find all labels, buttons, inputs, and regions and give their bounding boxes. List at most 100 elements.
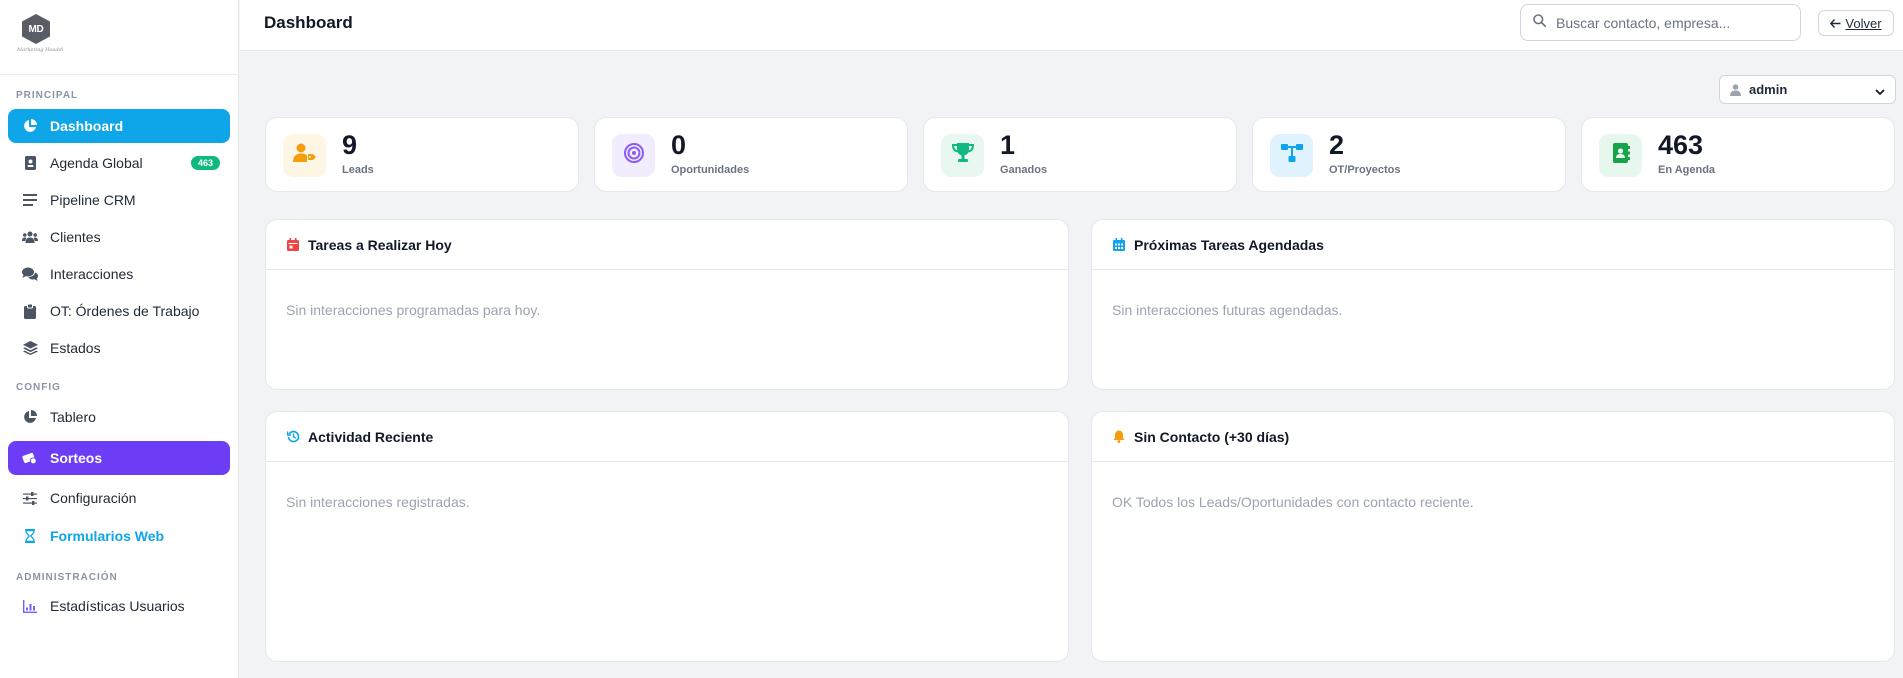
- panel-title: Actividad Reciente: [308, 428, 434, 445]
- hourglass-icon: [22, 528, 38, 544]
- search-input[interactable]: [1556, 14, 1786, 31]
- panel-empty-message: Sin interacciones registradas.: [286, 494, 470, 510]
- comments-icon: [22, 266, 38, 282]
- stat-card-leads: 9 Leads: [265, 117, 579, 192]
- agenda-count-badge: 463: [190, 156, 220, 170]
- sidebar-item-estados[interactable]: Estados: [8, 331, 230, 365]
- section-label-config: CONFIG: [16, 382, 61, 393]
- sidebar-item-label: Agenda Global: [50, 155, 143, 171]
- user-icon: [1730, 83, 1741, 96]
- stat-card-en-agenda: 463 En Agenda: [1581, 117, 1895, 192]
- panel-actividad-reciente: Actividad Reciente Sin interacciones reg…: [265, 411, 1069, 662]
- panel-sin-contacto: Sin Contacto (+30 días) OK Todos los Lea…: [1091, 411, 1895, 662]
- sidebar-item-label: Tablero: [50, 409, 96, 425]
- trophy-icon: [951, 143, 974, 168]
- logo-subtitle: Marketing Hoaddi: [17, 47, 64, 53]
- section-label-administracion: ADMINISTRACIÓN: [16, 572, 118, 583]
- sidebar-item-configuracion[interactable]: Configuración: [8, 481, 230, 515]
- section-label-principal: PRINCIPAL: [16, 90, 79, 101]
- stat-icon-box: [1270, 134, 1313, 177]
- user-tag-icon: [292, 143, 317, 168]
- panel-proximas-tareas: Próximas Tareas Agendadas Sin interaccio…: [1091, 219, 1895, 390]
- logo[interactable]: MD Marketing Hoaddi: [0, 0, 238, 75]
- stat-value: 0: [671, 130, 687, 160]
- sliders-icon: [22, 490, 38, 506]
- panel-empty-message: OK Todos los Leads/Oportunidades con con…: [1112, 494, 1474, 510]
- address-book-icon: [22, 155, 38, 171]
- ticket-icon: [22, 450, 38, 466]
- sidebar-item-pipeline-crm[interactable]: Pipeline CRM: [8, 183, 230, 217]
- users-icon: [22, 229, 38, 245]
- sidebar-item-label: Estados: [50, 340, 101, 356]
- stat-label: Leads: [342, 164, 374, 176]
- stat-value: 1: [1000, 130, 1016, 160]
- bell-icon: [1112, 430, 1126, 444]
- sidebar-item-formularios-web[interactable]: Formularios Web: [8, 519, 230, 553]
- calendar-day-icon: [286, 238, 300, 252]
- stat-value: 2: [1329, 130, 1345, 160]
- panel-tareas-hoy: Tareas a Realizar Hoy Sin interacciones …: [265, 219, 1069, 390]
- bar-chart-icon: [22, 598, 38, 614]
- stat-icon-box: [283, 134, 326, 177]
- history-icon: [286, 430, 300, 444]
- arrow-left-icon: [1830, 16, 1841, 31]
- user-select[interactable]: admin: [1719, 75, 1896, 104]
- sidebar-item-label: Configuración: [50, 490, 137, 506]
- stat-card-ot-proyectos: 2 OT/Proyectos: [1252, 117, 1566, 192]
- stat-card-ganados: 1 Ganados: [923, 117, 1237, 192]
- sidebar-item-dashboard[interactable]: Dashboard: [8, 109, 230, 143]
- sidebar-item-ordenes-trabajo[interactable]: OT: Órdenes de Trabajo: [8, 294, 230, 328]
- pie-chart-icon: [22, 118, 38, 134]
- contact-book-icon: [1612, 143, 1630, 168]
- sidebar-item-label: Sorteos: [50, 450, 103, 466]
- chevron-down-icon: [1875, 84, 1885, 99]
- sidebar-item-label: Dashboard: [50, 118, 124, 134]
- sidebar-item-label: Clientes: [50, 229, 101, 245]
- layers-icon: [22, 340, 38, 356]
- sidebar-item-tablero[interactable]: Tablero: [8, 400, 230, 434]
- sidebar-item-estadisticas-usuarios[interactable]: Estadísticas Usuarios: [8, 589, 230, 623]
- bars-icon: [22, 192, 38, 208]
- panel-title: Sin Contacto (+30 días): [1134, 428, 1290, 445]
- sidebar-item-label: OT: Órdenes de Trabajo: [50, 303, 200, 319]
- stat-label: OT/Proyectos: [1329, 164, 1401, 176]
- user-select-value: admin: [1749, 82, 1788, 97]
- stat-icon-box: [941, 134, 984, 177]
- sidebar-item-label: Estadísticas Usuarios: [50, 598, 185, 614]
- panel-empty-message: Sin interacciones futuras agendadas.: [1112, 302, 1343, 318]
- target-icon: [623, 143, 644, 168]
- stat-label: Oportunidades: [671, 164, 750, 176]
- sidebar-item-label: Pipeline CRM: [50, 192, 136, 208]
- panel-header: Sin Contacto (+30 días): [1092, 412, 1894, 462]
- stat-value: 463: [1658, 130, 1704, 160]
- panel-title: Próximas Tareas Agendadas: [1134, 236, 1324, 253]
- sidebar: MD Marketing Hoaddi PRINCIPAL Dashboard …: [0, 0, 239, 678]
- stat-icon-box: [612, 134, 655, 177]
- stat-label: Ganados: [1000, 164, 1048, 176]
- back-button[interactable]: Volver: [1818, 10, 1894, 36]
- panel-header: Actividad Reciente: [266, 412, 1068, 462]
- stat-icon-box: [1599, 134, 1642, 177]
- panel-header: Próximas Tareas Agendadas: [1092, 220, 1894, 270]
- sidebar-item-clientes[interactable]: Clientes: [8, 220, 230, 254]
- stat-label: En Agenda: [1658, 164, 1716, 176]
- logo-mark: MD: [22, 14, 50, 44]
- panel-header: Tareas a Realizar Hoy: [266, 220, 1068, 270]
- calendar-icon: [1112, 238, 1126, 252]
- panel-title: Tareas a Realizar Hoy: [308, 236, 452, 253]
- stat-value: 9: [342, 130, 358, 160]
- sidebar-item-agenda-global[interactable]: Agenda Global 463: [8, 146, 230, 180]
- search-icon: [1533, 13, 1547, 32]
- panel-empty-message: Sin interacciones programadas para hoy.: [286, 302, 541, 318]
- back-button-label: Volver: [1845, 15, 1882, 31]
- page-title: Dashboard: [264, 13, 353, 32]
- search-box[interactable]: [1520, 4, 1801, 41]
- sidebar-item-label: Formularios Web: [50, 528, 165, 544]
- sitemap-icon: [1280, 144, 1303, 167]
- clipboard-icon: [22, 303, 38, 319]
- top-bar: Dashboard Volver: [240, 0, 1903, 51]
- sidebar-item-interacciones[interactable]: Interacciones: [8, 257, 230, 291]
- sidebar-item-sorteos[interactable]: Sorteos: [8, 441, 230, 475]
- sidebar-item-label: Interacciones: [50, 266, 134, 282]
- pie-chart-icon: [22, 409, 38, 425]
